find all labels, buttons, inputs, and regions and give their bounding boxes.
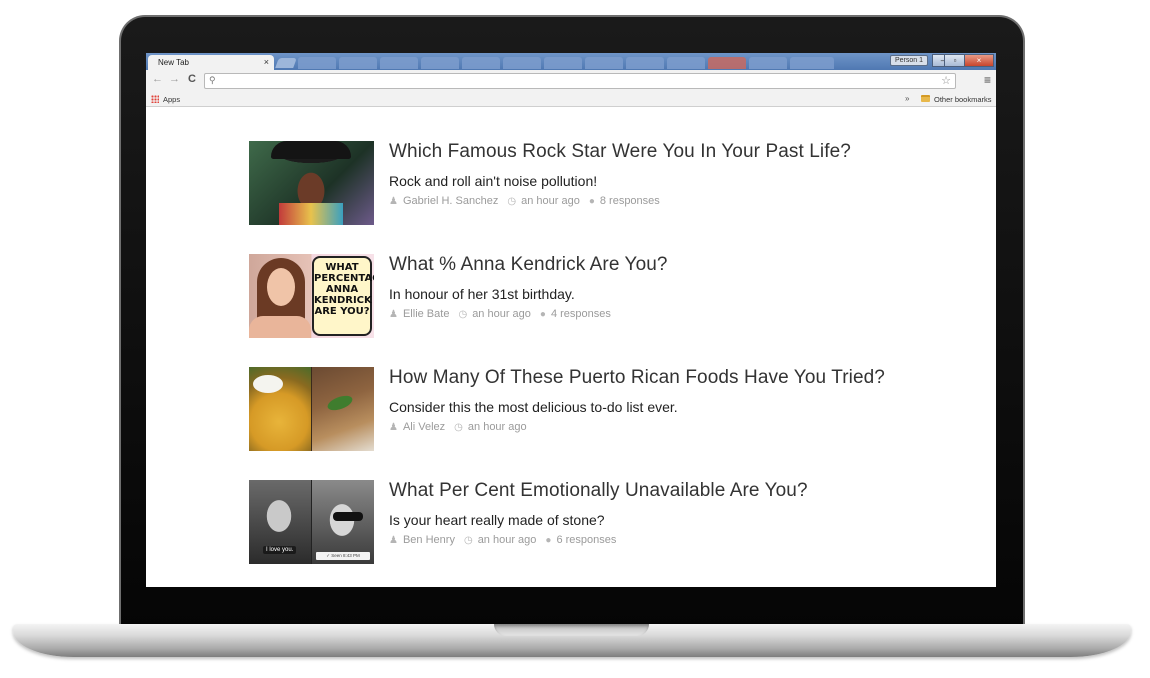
background-tab[interactable] — [339, 57, 377, 69]
article-description: In honour of her 31st birthday. — [389, 286, 575, 302]
user-icon: ♟ — [389, 421, 398, 433]
comment-icon: ● — [545, 534, 552, 546]
article-meta: ♟ Ellie Bate ◷ an hour ago ● 4 responses — [389, 308, 620, 320]
bookmarks-bar: Apps » Other bookmarks — [146, 92, 996, 107]
thumbnail-shoulder-shape — [249, 316, 311, 338]
thumbnail-caption: WHAT PERCENTAGE ANNA KENDRICK ARE YOU? — [312, 256, 374, 336]
background-tab[interactable] — [667, 57, 705, 69]
user-icon: ♟ — [389, 308, 398, 320]
background-tab[interactable] — [298, 57, 336, 69]
tab-strip: New Tab × Person 1 – ▫ × — [146, 53, 996, 70]
restore-button[interactable]: ▫ — [944, 54, 966, 67]
bookmarks-overflow-icon[interactable]: » — [905, 94, 909, 103]
article-author[interactable]: Gabriel H. Sanchez — [403, 195, 498, 207]
article-time: an hour ago — [472, 308, 531, 320]
bookmark-star-icon[interactable]: ☆ — [941, 74, 951, 87]
article-time: an hour ago — [477, 534, 537, 546]
background-tab[interactable] — [421, 57, 459, 69]
article-author[interactable]: Ali Velez — [403, 421, 445, 433]
article-responses[interactable]: 8 responses — [600, 195, 660, 207]
background-tab[interactable] — [585, 57, 623, 69]
article-item[interactable]: I love you. ✓ Seen 8:43 PM What Per Cent… — [249, 480, 949, 564]
address-bar[interactable]: ⚲ ☆ — [204, 73, 956, 89]
article-title[interactable]: Which Famous Rock Star Were You In Your … — [389, 141, 851, 163]
profile-button[interactable]: Person 1 — [890, 55, 928, 66]
article-thumbnail[interactable]: WHAT PERCENTAGE ANNA KENDRICK ARE YOU? — [249, 254, 374, 338]
thumbnail-caption-left: I love you. — [263, 546, 297, 554]
background-tab[interactable] — [380, 57, 418, 69]
article-item[interactable]: How Many Of These Puerto Rican Foods Hav… — [249, 367, 949, 451]
background-tab[interactable] — [749, 57, 787, 69]
thumbnail-sunglasses-shape — [333, 512, 363, 521]
search-icon: ⚲ — [209, 75, 216, 85]
tab-new-tab[interactable]: New Tab × — [148, 55, 274, 70]
article-time: an hour ago — [467, 421, 527, 433]
browser-toolbar: ← → C ⚲ ☆ ≡ — [146, 70, 996, 92]
article-author[interactable]: Ben Henry — [403, 534, 455, 546]
background-tab[interactable] — [544, 57, 582, 69]
thumbnail-face-shape — [267, 268, 295, 306]
thumbnail-caption-right: ✓ Seen 8:43 PM — [316, 552, 370, 560]
forward-button[interactable]: → — [169, 73, 180, 85]
clock-icon: ◷ — [454, 421, 463, 433]
article-thumbnail[interactable] — [249, 141, 374, 225]
article-meta: ♟ Ali Velez ◷ an hour ago — [389, 421, 536, 433]
close-window-button[interactable]: × — [964, 54, 994, 67]
article-meta: ♟ Ben Henry ◷ an hour ago ● 6 responses — [389, 534, 625, 546]
article-title[interactable]: How Many Of These Puerto Rican Foods Hav… — [389, 367, 885, 389]
article-title[interactable]: What Per Cent Emotionally Unavailable Ar… — [389, 480, 808, 502]
user-icon: ♟ — [389, 534, 398, 546]
browser-window: New Tab × Person 1 – ▫ × ← → C ⚲ ☆ ≡ App… — [146, 53, 996, 587]
laptop-notch — [494, 624, 649, 636]
comment-icon: ● — [539, 308, 546, 320]
background-tab[interactable] — [790, 57, 834, 69]
background-tab[interactable] — [626, 57, 664, 69]
article-description: Consider this the most delicious to-do l… — [389, 399, 678, 415]
article-meta: ♟ Gabriel H. Sanchez ◷ an hour ago ● 8 r… — [389, 195, 669, 207]
folder-icon — [921, 95, 930, 102]
article-description: Rock and roll ain't noise pollution! — [389, 173, 598, 189]
clock-icon: ◷ — [463, 534, 473, 546]
article-item[interactable]: Which Famous Rock Star Were You In Your … — [249, 141, 949, 225]
user-icon: ♟ — [389, 195, 398, 207]
close-tab-icon[interactable]: × — [264, 57, 269, 67]
article-author[interactable]: Ellie Bate — [403, 308, 449, 320]
article-time: an hour ago — [521, 195, 580, 207]
apps-shortcut[interactable]: Apps — [163, 95, 180, 104]
menu-icon[interactable]: ≡ — [984, 73, 991, 87]
apps-grid-icon — [151, 95, 159, 103]
reload-button[interactable]: C — [188, 73, 196, 85]
tab-title: New Tab — [158, 58, 189, 67]
article-responses[interactable]: 6 responses — [556, 534, 616, 546]
article-description: Is your heart really made of stone? — [389, 512, 605, 528]
thumbnail-hat-shape — [271, 141, 351, 159]
clock-icon: ◷ — [507, 195, 517, 207]
article-item[interactable]: WHAT PERCENTAGE ANNA KENDRICK ARE YOU? W… — [249, 254, 949, 338]
background-tab[interactable] — [708, 57, 746, 69]
new-tab-button[interactable] — [275, 58, 297, 68]
article-thumbnail[interactable] — [249, 367, 374, 451]
thumbnail-plate-shape — [253, 375, 283, 393]
article-responses[interactable]: 4 responses — [551, 308, 611, 320]
article-title[interactable]: What % Anna Kendrick Are You? — [389, 254, 668, 276]
background-tab[interactable] — [462, 57, 500, 69]
background-tab[interactable] — [503, 57, 541, 69]
back-button[interactable]: ← — [152, 73, 163, 85]
article-thumbnail[interactable]: I love you. ✓ Seen 8:43 PM — [249, 480, 374, 564]
other-bookmarks[interactable]: Other bookmarks — [934, 95, 992, 104]
comment-icon: ● — [588, 195, 595, 207]
thumbnail-shirt-shape — [279, 203, 343, 225]
thumbnail-food-right — [312, 367, 374, 451]
clock-icon: ◷ — [458, 308, 468, 320]
